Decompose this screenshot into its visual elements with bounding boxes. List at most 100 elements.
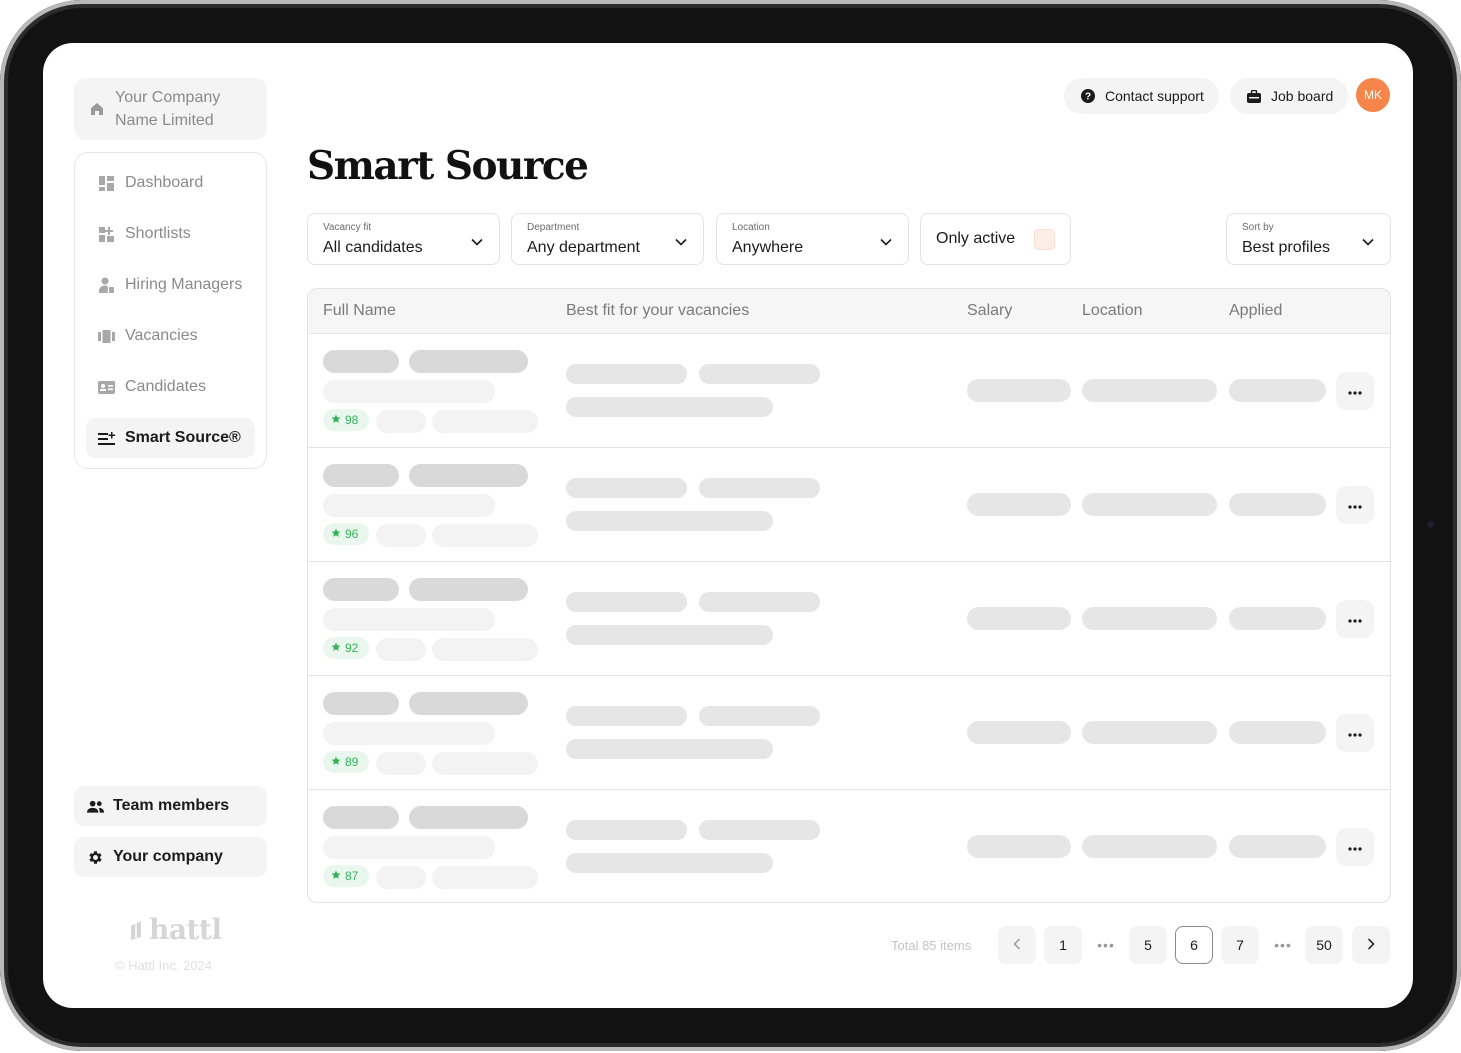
table-row[interactable]: 92 [308,562,1390,676]
table-row[interactable]: 87 [308,790,1390,902]
match-score-value: 87 [345,869,359,883]
only-active-toggle[interactable]: Only active [920,213,1071,265]
sort-by-caption: Sort by [1242,222,1274,233]
help-circle-icon: ? [1079,88,1096,105]
skeleton-placeholder [1082,607,1217,630]
page-5-button[interactable]: 5 [1129,926,1167,964]
department-select[interactable]: Department Any department [511,213,704,265]
skeleton-placeholder [323,350,399,373]
row-more-button[interactable] [1336,714,1374,752]
sidebar-item-label: Vacancies [125,327,198,344]
skeleton-placeholder [432,752,538,775]
skeleton-placeholder [566,853,773,873]
job-board-button[interactable]: Job board [1230,78,1349,114]
page-6-button[interactable]: 6 [1175,926,1213,964]
vacancies-icon [98,328,115,345]
user-avatar[interactable]: MK [1356,78,1390,112]
column-best-fit[interactable]: Best fit for your vacancies [566,302,749,320]
star-icon [331,867,341,885]
chevron-down-icon [675,233,687,251]
match-score-value: 92 [345,641,359,655]
svg-text:?: ? [1084,92,1090,103]
skeleton-placeholder [323,806,399,829]
contact-support-label: Contact support [1105,88,1204,104]
skeleton-placeholder [699,592,820,612]
pagination-ellipsis[interactable]: ••• [1267,926,1299,964]
table-row[interactable]: 89 [308,676,1390,790]
sidebar-item-candidates[interactable]: Candidates [86,367,255,407]
skeleton-placeholder [409,578,528,601]
skeleton-placeholder [409,350,528,373]
your-company-label: Your company [113,848,223,865]
more-horizontal-icon [1348,610,1362,628]
skeleton-placeholder [566,364,687,384]
skeleton-placeholder [1229,607,1326,630]
sidebar-item-hiring-managers[interactable]: Hiring Managers [86,265,255,305]
company-switcher[interactable]: Your Company Name Limited [74,78,267,140]
star-icon [331,639,341,657]
column-applied[interactable]: Applied [1229,302,1282,320]
sidebar-item-label: Shortlists [125,225,191,242]
only-active-checkbox[interactable] [1034,229,1055,250]
match-score-value: 96 [345,527,359,541]
page-title: Smart Source [307,143,589,189]
job-board-label: Job board [1271,88,1334,104]
skeleton-placeholder [1082,721,1217,744]
row-more-button[interactable] [1336,486,1374,524]
column-full-name[interactable]: Full Name [323,302,396,320]
company-name: Your Company Name Limited [115,89,221,129]
brand-name: hattl [149,913,222,946]
team-members-button[interactable]: Team members [74,786,267,826]
row-more-button[interactable] [1336,600,1374,638]
sidebar-item-vacancies[interactable]: Vacancies [86,316,255,356]
table-row[interactable]: 96 [308,448,1390,562]
page-7-button[interactable]: 7 [1221,926,1259,964]
brand-logo: hattl [127,913,222,946]
column-salary[interactable]: Salary [967,302,1012,320]
sort-by-select[interactable]: Sort by Best profiles [1226,213,1391,265]
skeleton-placeholder [432,866,538,889]
sidebar-item-label: Hiring Managers [125,276,243,293]
location-select[interactable]: Location Anywhere [716,213,909,265]
more-horizontal-icon [1348,724,1362,742]
skeleton-placeholder [1082,379,1217,402]
next-page-button[interactable] [1352,926,1390,964]
sidebar-item-label: Candidates [125,378,206,395]
location-caption: Location [732,222,770,233]
match-score-badge: 92 [323,637,369,659]
more-horizontal-icon [1348,382,1362,400]
skeleton-placeholder [1082,493,1217,516]
page-50-button[interactable]: 50 [1305,926,1343,964]
skeleton-placeholder [376,866,426,889]
skeleton-placeholder [376,410,426,433]
skeleton-placeholder [323,722,495,745]
only-active-label: Only active [936,230,1016,247]
skeleton-placeholder [699,706,820,726]
copyright-text: © Hattl Inc. 2024 [115,958,213,973]
match-score-value: 98 [345,413,359,427]
contact-support-button[interactable]: ? Contact support [1064,78,1219,114]
skeleton-placeholder [376,752,426,775]
sidebar-item-smart-source[interactable]: Smart Source® [86,418,255,458]
sidebar-item-shortlists[interactable]: Shortlists [86,214,255,254]
skeleton-placeholder [967,835,1071,858]
hiring-managers-icon [98,277,115,294]
more-horizontal-icon [1348,838,1362,856]
skeleton-placeholder [699,364,820,384]
pagination-ellipsis[interactable]: ••• [1090,926,1122,964]
row-more-button[interactable] [1336,828,1374,866]
app-screen: Your Company Name Limited Dashboard Shor… [43,43,1413,1008]
skeleton-placeholder [1229,721,1326,744]
row-more-button[interactable] [1336,372,1374,410]
your-company-button[interactable]: Your company [74,837,267,877]
table-row[interactable]: 98 [308,334,1390,448]
star-icon [331,525,341,543]
sidebar-item-dashboard[interactable]: Dashboard [86,163,255,203]
prev-page-button[interactable] [998,926,1036,964]
page-1-button[interactable]: 1 [1044,926,1082,964]
skeleton-placeholder [967,721,1071,744]
people-icon [87,798,104,815]
match-score-value: 89 [345,755,359,769]
vacancy-fit-select[interactable]: Vacancy fit All candidates [307,213,500,265]
column-location[interactable]: Location [1082,302,1143,320]
